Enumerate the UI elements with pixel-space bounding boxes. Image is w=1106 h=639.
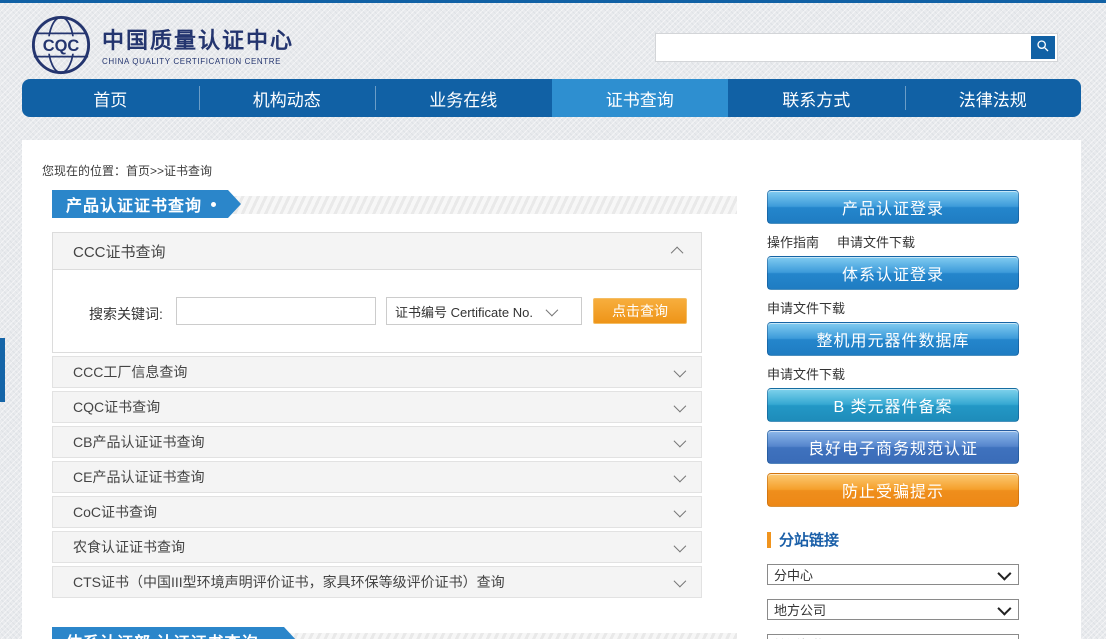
application-file-download-link[interactable]: 申请文件下载	[767, 364, 845, 383]
accordion-row-ccc-factory[interactable]: CCC工厂信息查询	[52, 356, 702, 388]
chevron-down-icon	[674, 504, 687, 517]
select-value: 检测机构	[774, 635, 998, 639]
site-subtitle: CHINA QUALITY CERTIFICATION CENTRE	[102, 57, 294, 66]
ccc-cert-panel-header[interactable]: CCC证书查询	[53, 233, 701, 270]
accordion-row-label: CE产品认证证书查询	[73, 467, 204, 487]
keyword-label: 搜索关键词:	[89, 304, 163, 324]
system-cert-section-header: 体系认证部 认证证书查询	[52, 627, 737, 639]
nav-item-certificate-query[interactable]: 证书查询	[552, 79, 729, 117]
component-database-button[interactable]: 整机用元器件数据库	[767, 322, 1019, 356]
cqc-globe-logo-icon: CQC	[30, 14, 92, 81]
section-title-ribbon: 产品认证证书查询	[52, 190, 228, 218]
search-input[interactable]	[656, 34, 1042, 61]
accordion-row-label: CoC证书查询	[73, 502, 157, 522]
accordion-row-label: CCC工厂信息查询	[73, 362, 187, 382]
svg-text:CQC: CQC	[43, 37, 80, 55]
application-file-download-link[interactable]: 申请文件下载	[837, 232, 915, 251]
nav-item-contact[interactable]: 联系方式	[728, 79, 905, 117]
branch-links-title: 分站链接	[767, 529, 1019, 550]
b-class-component-filing-button[interactable]: B 类元器件备案	[767, 388, 1019, 422]
accordion-row-coc-cert[interactable]: CoC证书查询	[52, 496, 702, 528]
sidebar-links-row: 申请文件下载	[767, 364, 1019, 382]
breadcrumb-path[interactable]: 首页>>证书查询	[126, 164, 212, 178]
accordion-row-cts-cert[interactable]: CTS证书（中国III型环境声明评价证书，家具环保等级评价证书）查询	[52, 566, 702, 598]
sidebar: 产品认证登录 操作指南 申请文件下载 体系认证登录 申请文件下载 整机用元器件数…	[767, 190, 1019, 639]
chevron-down-icon	[674, 364, 687, 377]
accordion-row-cqc-cert[interactable]: CQC证书查询	[52, 391, 702, 423]
chevron-down-icon	[674, 469, 687, 482]
accordion-row-label: CB产品认证证书查询	[73, 432, 204, 452]
content-card: 您现在的位置：首页>>证书查询 产品认证证书查询 CCC证书查询 搜索关键词: …	[22, 140, 1081, 639]
sidebar-links-row: 申请文件下载	[767, 298, 1019, 316]
site-logo[interactable]: CQC 中国质量认证中心 CHINA QUALITY CERTIFICATION…	[30, 14, 294, 81]
chevron-down-icon	[674, 574, 687, 587]
search-icon	[1035, 38, 1051, 57]
chevron-up-icon	[671, 246, 684, 259]
accordion-row-cb-cert[interactable]: CB产品认证证书查询	[52, 426, 702, 458]
chevron-down-icon	[674, 539, 687, 552]
select-value: 地方公司	[774, 600, 998, 619]
accordion-row-agrifood-cert[interactable]: 农食认证证书查询	[52, 531, 702, 563]
sidebar-links-row: 操作指南 申请文件下载	[767, 232, 1019, 250]
product-cert-section-header: 产品认证证书查询	[52, 190, 737, 220]
chevron-down-icon	[546, 303, 559, 316]
certificate-type-select[interactable]: 证书编号 Certificate No.	[386, 297, 582, 325]
nav-item-online-business[interactable]: 业务在线	[375, 79, 552, 117]
site-search	[655, 33, 1058, 62]
branch-links-label: 分站链接	[779, 529, 839, 550]
testing-agency-select[interactable]: 检测机构	[767, 634, 1019, 639]
cert-query-accordion: CCC证书查询 搜索关键词: 证书编号 Certificate No. 点击查询…	[52, 232, 702, 598]
application-file-download-link[interactable]: 申请文件下载	[767, 298, 845, 317]
accordion-row-ce-cert[interactable]: CE产品认证证书查询	[52, 461, 702, 493]
ccc-cert-panel-title: CCC证书查询	[73, 241, 166, 262]
chevron-down-icon	[997, 601, 1011, 615]
system-cert-login-button[interactable]: 体系认证登录	[767, 256, 1019, 290]
chevron-down-icon	[674, 399, 687, 412]
chevron-down-icon	[674, 434, 687, 447]
breadcrumb: 您现在的位置：首页>>证书查询	[42, 162, 212, 179]
product-cert-login-button[interactable]: 产品认证登录	[767, 190, 1019, 224]
ecommerce-certification-button[interactable]: 良好电子商务规范认证	[767, 430, 1019, 464]
ccc-cert-panel-body: 搜索关键词: 证书编号 Certificate No. 点击查询	[53, 270, 701, 352]
nav-item-home[interactable]: 首页	[22, 79, 199, 117]
chevron-down-icon	[997, 566, 1011, 580]
accordion-row-label: CTS证书（中国III型环境声明评价证书，家具环保等级评价证书）查询	[73, 572, 505, 592]
accordion-row-label: 农食认证证书查询	[73, 537, 185, 557]
section-title-ribbon: 体系认证部 认证证书查询	[52, 627, 284, 639]
breadcrumb-prefix: 您现在的位置：	[42, 164, 126, 178]
floating-side-tab[interactable]	[0, 338, 5, 402]
main-nav: 首页 机构动态 业务在线 证书查询 联系方式 法律法规	[22, 79, 1081, 117]
local-company-select[interactable]: 地方公司	[767, 599, 1019, 620]
ribbon-dot	[211, 202, 216, 207]
top-accent-line	[0, 0, 1106, 3]
select-value: 分中心	[774, 565, 998, 584]
section-title: 产品认证证书查询	[66, 192, 202, 216]
certificate-type-value: 证书编号 Certificate No.	[395, 302, 546, 321]
nav-item-news[interactable]: 机构动态	[199, 79, 376, 117]
search-button[interactable]	[1031, 36, 1055, 59]
branch-center-select[interactable]: 分中心	[767, 564, 1019, 585]
bottom-section-title: 体系认证部 认证证书查询	[66, 629, 258, 639]
site-title: 中国质量认证中心	[102, 29, 294, 53]
keyword-input[interactable]	[176, 297, 376, 325]
operation-guide-link[interactable]: 操作指南	[767, 232, 819, 251]
nav-item-laws[interactable]: 法律法规	[905, 79, 1082, 117]
query-button[interactable]: 点击查询	[593, 298, 687, 324]
accordion-row-label: CQC证书查询	[73, 397, 160, 417]
ccc-cert-panel: CCC证书查询 搜索关键词: 证书编号 Certificate No. 点击查询	[52, 232, 702, 353]
fraud-prevention-button[interactable]: 防止受骗提示	[767, 473, 1019, 507]
orange-bar-icon	[767, 532, 771, 548]
